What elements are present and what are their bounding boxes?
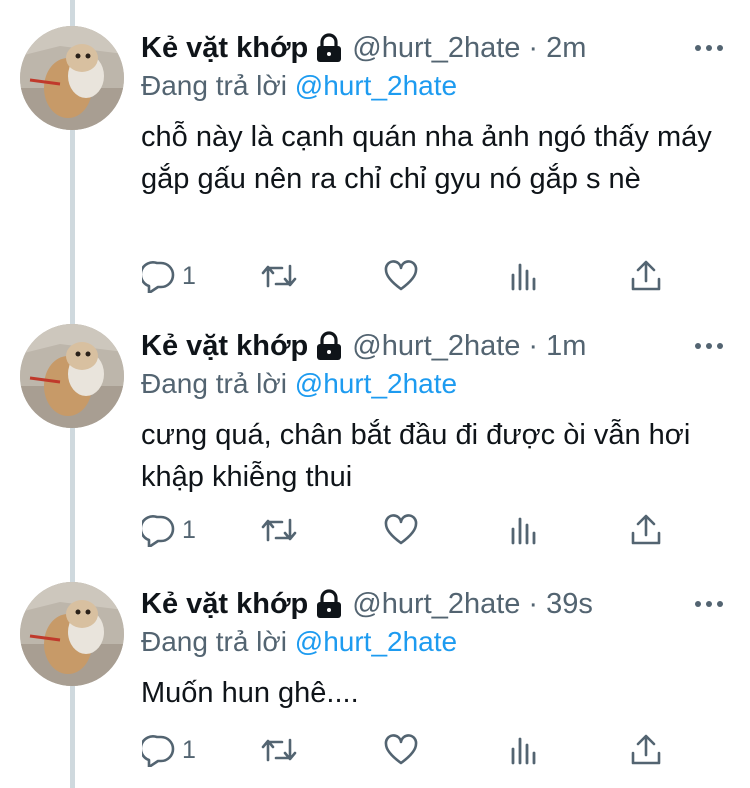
analytics-bars-icon	[509, 261, 539, 291]
analytics-bars-icon	[509, 735, 539, 765]
heart-icon	[384, 260, 418, 292]
separator-dot: ·	[528, 587, 539, 620]
share-arrow-icon	[630, 513, 662, 547]
heart-icon	[384, 514, 418, 546]
analytics-button[interactable]	[509, 730, 539, 770]
reply-count: 1	[182, 515, 196, 544]
reply-bubble-icon	[142, 513, 176, 547]
retweet-button[interactable]	[260, 730, 298, 770]
retweet-icon	[260, 734, 298, 766]
lock-icon	[316, 589, 342, 619]
user-handle[interactable]: @hurt_2hate	[352, 32, 520, 65]
replying-to: Đang trả lời @hurt_2hate	[141, 70, 457, 102]
more-horizontal-icon[interactable]	[692, 592, 726, 616]
lock-icon	[316, 33, 342, 63]
like-button[interactable]	[384, 510, 418, 550]
user-handle[interactable]: @hurt_2hate	[352, 588, 520, 621]
display-name[interactable]: Kẻ vặt khớp	[141, 588, 308, 621]
tweet-actions: 1	[0, 256, 750, 296]
share-button[interactable]	[630, 510, 662, 550]
timestamp[interactable]: 2m	[546, 32, 586, 65]
tweet-text: chỗ này là cạnh quán nha ảnh ngó thấy má…	[141, 121, 712, 195]
reply-count: 1	[182, 261, 196, 290]
replying-to: Đang trả lời @hurt_2hate	[141, 368, 457, 400]
display-name[interactable]: Kẻ vặt khớp	[141, 330, 308, 363]
more-horizontal-icon[interactable]	[692, 36, 726, 60]
like-button[interactable]	[384, 256, 418, 296]
analytics-bars-icon	[509, 515, 539, 545]
lock-icon	[316, 331, 342, 361]
reply-bubble-icon	[142, 733, 176, 767]
replying-prefix: Đang trả lời	[141, 70, 287, 101]
tweet-actions: 1	[0, 730, 750, 770]
retweet-icon	[260, 260, 298, 292]
reply-button[interactable]: 1	[142, 730, 196, 770]
tweet-header: Kẻ vặt khớp @hurt_2hate · 2m	[141, 28, 586, 68]
like-button[interactable]	[384, 730, 418, 770]
timestamp[interactable]: 39s	[546, 588, 593, 621]
tweet-header: Kẻ vặt khớp @hurt_2hate · 39s	[141, 584, 593, 624]
tweet-actions: 1	[0, 510, 750, 550]
share-button[interactable]	[630, 256, 662, 296]
avatar[interactable]	[20, 582, 124, 686]
replying-mention-link[interactable]: @hurt_2hate	[295, 70, 457, 101]
share-arrow-icon	[630, 259, 662, 293]
reply-count: 1	[182, 735, 196, 764]
analytics-button[interactable]	[509, 510, 539, 550]
replying-prefix: Đang trả lời	[141, 368, 287, 399]
retweet-button[interactable]	[260, 256, 298, 296]
user-handle[interactable]: @hurt_2hate	[352, 330, 520, 363]
more-horizontal-icon[interactable]	[692, 334, 726, 358]
reply-button[interactable]: 1	[142, 256, 196, 296]
reply-button[interactable]: 1	[142, 510, 196, 550]
replying-prefix: Đang trả lời	[141, 626, 287, 657]
retweet-icon	[260, 514, 298, 546]
display-name[interactable]: Kẻ vặt khớp	[141, 32, 308, 65]
retweet-button[interactable]	[260, 510, 298, 550]
avatar[interactable]	[20, 26, 124, 130]
share-arrow-icon	[630, 733, 662, 767]
tweet-text: cưng quá, chân bắt đầu đi được òi vẫn hơ…	[141, 419, 691, 493]
separator-dot: ·	[528, 31, 539, 64]
reply-bubble-icon	[142, 259, 176, 293]
tweet-header: Kẻ vặt khớp @hurt_2hate · 1m	[141, 326, 586, 366]
tweet-text: Muốn hun ghê....	[141, 677, 359, 709]
timestamp[interactable]: 1m	[546, 330, 586, 363]
share-button[interactable]	[630, 730, 662, 770]
analytics-button[interactable]	[509, 256, 539, 296]
separator-dot: ·	[528, 329, 539, 362]
reply-thread: Kẻ vặt khớp @hurt_2hate · 2m Đang trả lờ…	[0, 0, 750, 788]
replying-mention-link[interactable]: @hurt_2hate	[295, 368, 457, 399]
avatar[interactable]	[20, 324, 124, 428]
replying-mention-link[interactable]: @hurt_2hate	[295, 626, 457, 657]
heart-icon	[384, 734, 418, 766]
replying-to: Đang trả lời @hurt_2hate	[141, 626, 457, 658]
